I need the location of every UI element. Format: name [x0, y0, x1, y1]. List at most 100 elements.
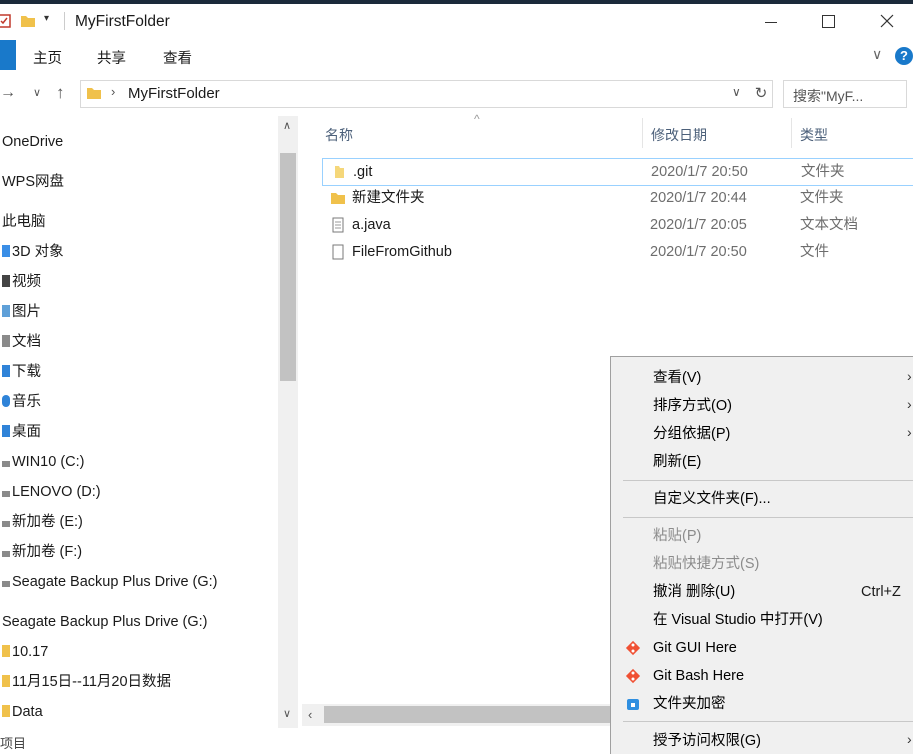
menu-item-encrypt-folder[interactable]: 文件夹加密	[653, 690, 726, 718]
file-name: a.java	[352, 217, 391, 233]
breadcrumb-separator-icon[interactable]: ›	[111, 84, 115, 99]
tab-view[interactable]: 查看	[163, 47, 192, 68]
file-type: 文件	[800, 244, 829, 260]
scrollbar-thumb[interactable]	[280, 153, 296, 381]
scrollbar-thumb[interactable]	[324, 706, 610, 723]
help-icon[interactable]: ?	[895, 47, 913, 65]
breadcrumb-path[interactable]: MyFirstFolder	[128, 85, 220, 102]
menu-item-customize[interactable]: 自定义文件夹(F)...	[653, 485, 771, 513]
sidebar-item-videos[interactable]: 视频	[2, 270, 41, 294]
file-row[interactable]: .git 2020/1/7 20:50 文件夹	[322, 158, 913, 186]
sidebar-item-pictures[interactable]: 图片	[2, 300, 41, 324]
folder-icon	[335, 166, 344, 178]
sidebar-item-3d-objects[interactable]: 3D 对象	[2, 240, 64, 264]
sidebar-item-wps[interactable]: WPS网盘	[2, 170, 64, 194]
sidebar-item-label: Seagate Backup Plus Drive (G:)	[2, 614, 208, 630]
sidebar-item-drive-f[interactable]: 新加卷 (F:)	[2, 540, 82, 564]
music-icon	[2, 395, 10, 407]
search-input[interactable]: 搜索"MyF...	[783, 80, 907, 108]
sidebar-item-onedrive[interactable]: OneDrive	[2, 130, 63, 154]
file-row[interactable]: a.java 2020/1/7 20:05 文本文档	[322, 212, 913, 238]
column-divider[interactable]	[791, 118, 792, 148]
sidebar-item-desktop[interactable]: 桌面	[2, 420, 41, 444]
sidebar-item-folder-data-range[interactable]: 11月15日--11月20日数据	[2, 670, 171, 694]
menu-item-refresh[interactable]: 刷新(E)	[653, 448, 701, 476]
sidebar-item-folder-data[interactable]: Data	[2, 700, 43, 724]
minimize-icon[interactable]	[765, 22, 777, 23]
menu-item-group[interactable]: 分组依据(P)	[653, 420, 730, 448]
lock-folder-icon	[627, 699, 639, 710]
file-row[interactable]: 新建文件夹 2020/1/7 20:44 文件夹	[322, 185, 913, 211]
folder-icon	[331, 193, 345, 204]
menu-item-grant-access[interactable]: 授予访问权限(G)	[653, 727, 761, 755]
sidebar-item-this-pc[interactable]: 此电脑	[2, 210, 46, 234]
column-divider[interactable]	[642, 118, 643, 148]
navigation-scrollbar[interactable]: ∧ ∨	[278, 116, 298, 728]
cube-icon	[2, 245, 10, 257]
navigation-pane: OneDrive WPS网盘 此电脑 3D 对象 视频 图片 文档 下载 音乐 …	[0, 116, 300, 736]
maximize-icon[interactable]	[822, 15, 835, 28]
menu-item-paste-shortcut[interactable]: 粘贴快捷方式(S)	[653, 550, 759, 578]
quick-access-properties-icon[interactable]	[0, 13, 12, 29]
menu-item-paste[interactable]: 粘贴(P)	[653, 522, 701, 550]
column-header-type[interactable]: 类型	[800, 125, 828, 145]
file-type: 文件夹	[801, 164, 845, 180]
menu-separator	[623, 721, 913, 722]
address-dropdown-icon[interactable]: ∨	[732, 85, 741, 99]
sort-ascending-icon: ^	[474, 112, 480, 126]
file-date: 2020/1/7 20:05	[650, 217, 747, 233]
git-icon	[625, 640, 641, 656]
menu-item-open-visual-studio[interactable]: 在 Visual Studio 中打开(V)	[653, 606, 823, 634]
sidebar-item-music[interactable]: 音乐	[2, 390, 41, 414]
sidebar-item-label: WPS网盘	[2, 174, 65, 190]
sidebar-item-label: WIN10 (C:)	[12, 454, 85, 470]
menu-item-git-bash[interactable]: Git Bash Here	[653, 662, 744, 690]
recent-locations-icon[interactable]: ∨	[33, 86, 41, 99]
folder-icon	[2, 705, 10, 717]
file-date: 2020/1/7 20:50	[651, 164, 748, 180]
up-icon[interactable]: ↑	[56, 83, 65, 103]
address-bar[interactable]: › MyFirstFolder ∨	[80, 80, 751, 108]
menu-item-git-gui[interactable]: Git GUI Here	[653, 634, 737, 662]
file-row[interactable]: FileFromGithub 2020/1/7 20:50 文件	[322, 239, 913, 265]
horizontal-scrollbar[interactable]: ‹	[302, 704, 610, 726]
sidebar-item-label: 音乐	[12, 394, 41, 410]
chevron-down-icon[interactable]: ▾	[44, 13, 49, 24]
menu-item-undo[interactable]: 撤消 删除(U)	[653, 578, 735, 606]
column-header-date[interactable]: 修改日期	[651, 125, 707, 145]
file-name: 新建文件夹	[352, 190, 425, 206]
sidebar-item-label: 此电脑	[2, 214, 46, 230]
sidebar-item-drive-g[interactable]: Seagate Backup Plus Drive (G:)	[2, 570, 218, 594]
sidebar-item-drive-e[interactable]: 新加卷 (E:)	[2, 510, 83, 534]
sidebar-item-label: 文档	[12, 334, 41, 350]
menu-item-view[interactable]: 查看(V)	[653, 364, 701, 392]
file-date: 2020/1/7 20:44	[650, 190, 747, 206]
sidebar-item-drive-d[interactable]: LENOVO (D:)	[2, 480, 101, 504]
drive-icon	[2, 551, 10, 557]
tab-share[interactable]: 共享	[97, 47, 126, 68]
ribbon-expand-icon[interactable]: ∨	[872, 46, 882, 63]
sidebar-item-downloads[interactable]: 下载	[2, 360, 41, 384]
sidebar-item-documents[interactable]: 文档	[2, 330, 41, 354]
menu-item-sort[interactable]: 排序方式(O)	[653, 392, 732, 420]
sidebar-item-folder-1017[interactable]: 10.17	[2, 640, 48, 664]
column-header-name[interactable]: 名称	[325, 125, 353, 145]
submenu-arrow-icon: ›	[907, 396, 912, 412]
tab-home[interactable]: 主页	[33, 47, 62, 68]
close-icon[interactable]	[880, 14, 894, 28]
download-icon	[2, 365, 10, 377]
scroll-up-icon[interactable]: ∧	[283, 119, 291, 132]
refresh-icon[interactable]: ↻	[750, 80, 773, 108]
file-tab[interactable]	[0, 40, 16, 70]
sidebar-item-seagate[interactable]: Seagate Backup Plus Drive (G:)	[2, 610, 208, 634]
sidebar-item-drive-c[interactable]: WIN10 (C:)	[2, 450, 85, 474]
sidebar-item-label: 下载	[12, 364, 41, 380]
back-icon[interactable]: →	[0, 84, 16, 102]
title-divider	[64, 12, 65, 30]
scroll-left-icon[interactable]: ‹	[308, 707, 312, 722]
folder-icon	[2, 675, 10, 687]
scroll-down-icon[interactable]: ∨	[283, 707, 291, 720]
quick-access-folder-icon[interactable]	[20, 14, 36, 28]
sidebar-item-label: 10.17	[12, 644, 49, 660]
file-type: 文件夹	[800, 190, 844, 206]
